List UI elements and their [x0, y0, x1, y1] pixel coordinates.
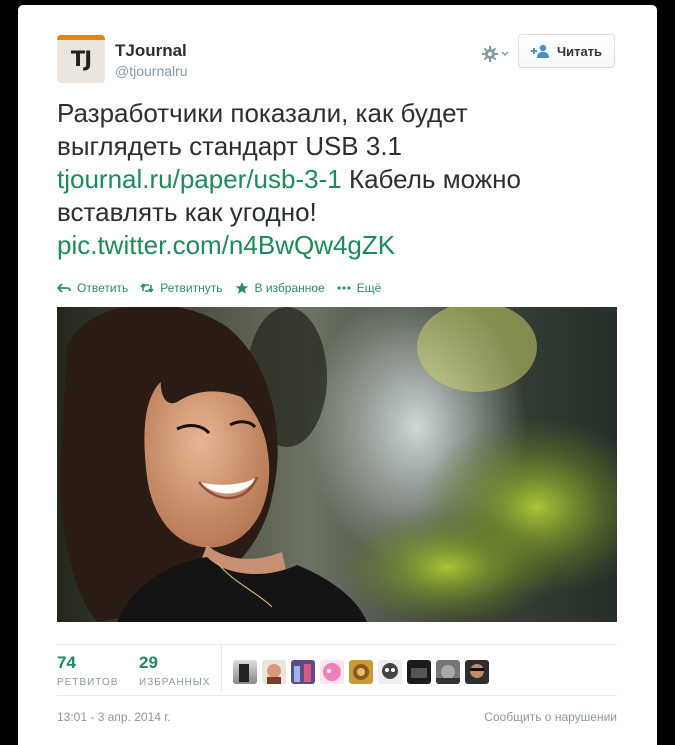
more-button[interactable]: Ещё	[337, 281, 382, 295]
favorites-count: 29	[139, 653, 158, 672]
favorites-label: ИЗБРАННЫХ	[139, 677, 211, 688]
follow-button[interactable]: Читать	[518, 34, 615, 68]
favorite-label: В избранное	[254, 281, 325, 295]
tweet-text: Разработчики показали, как будет выгляде…	[57, 97, 597, 262]
report-link[interactable]: Сообщить о нарушении	[484, 710, 617, 724]
gear-icon	[482, 46, 509, 62]
favoriters-avatars	[233, 660, 489, 684]
photo-woman-smiling	[57, 307, 617, 622]
retweets-count: 74	[57, 653, 76, 672]
tweet-card: TJ TJournal @tjournalru Читать Разработч…	[18, 5, 657, 745]
article-link[interactable]: tjournal.ru/paper/usb-3-1	[57, 164, 342, 194]
retweet-icon	[140, 283, 154, 293]
settings-menu-button[interactable]	[481, 43, 511, 65]
more-dots-icon	[337, 286, 351, 290]
avatar-logo-text: TJ	[70, 47, 92, 71]
reply-icon	[57, 283, 71, 293]
account-name[interactable]: TJournal	[115, 41, 187, 61]
avatar-accent-stripe	[57, 35, 105, 40]
favoriter-avatar[interactable]	[465, 660, 489, 684]
tweet-timestamp[interactable]: 13:01 - 3 апр. 2014 г.	[57, 710, 171, 724]
favoriter-avatar[interactable]	[233, 660, 257, 684]
tweet-photo[interactable]	[57, 307, 617, 622]
retweet-button[interactable]: Ретвитнуть	[140, 281, 223, 295]
add-user-icon	[530, 44, 549, 58]
stats-divider	[221, 645, 222, 691]
account-handle[interactable]: @tjournalru	[115, 63, 188, 79]
favorite-button[interactable]: В избранное	[235, 281, 325, 295]
reply-button[interactable]: Ответить	[57, 281, 128, 295]
reply-label: Ответить	[77, 281, 129, 295]
tweet-text-part-1: Разработчики показали, как будет выгляде…	[57, 98, 468, 161]
retweet-label: Ретвитнуть	[160, 281, 223, 295]
pic-link[interactable]: pic.twitter.com/n4BwQw4gZK	[57, 230, 395, 260]
retweets-stat[interactable]: 74 РЕТВИТОВ	[57, 653, 118, 688]
star-icon	[235, 282, 248, 294]
retweets-label: РЕТВИТОВ	[57, 677, 119, 688]
favoriter-avatar[interactable]	[262, 660, 286, 684]
more-label: Ещё	[356, 281, 382, 295]
favoriter-avatar[interactable]	[291, 660, 315, 684]
tweet-stats: 74 РЕТВИТОВ 29 ИЗБРАННЫХ	[57, 644, 617, 695]
favoriter-avatar[interactable]	[407, 660, 431, 684]
avatar[interactable]: TJ	[57, 35, 105, 83]
tweet-footer: 13:01 - 3 апр. 2014 г. Сообщить о наруше…	[57, 695, 617, 736]
favoriter-avatar[interactable]	[436, 660, 460, 684]
favoriter-avatar[interactable]	[320, 660, 344, 684]
favorites-stat[interactable]: 29 ИЗБРАННЫХ	[139, 653, 210, 688]
favoriter-avatar[interactable]	[349, 660, 373, 684]
chevron-down-icon	[501, 51, 509, 57]
follow-button-label: Читать	[556, 43, 603, 59]
tweet-actions: Ответить Ретвитнуть В избранное Ещё	[57, 279, 393, 297]
favoriter-avatar[interactable]	[378, 660, 402, 684]
